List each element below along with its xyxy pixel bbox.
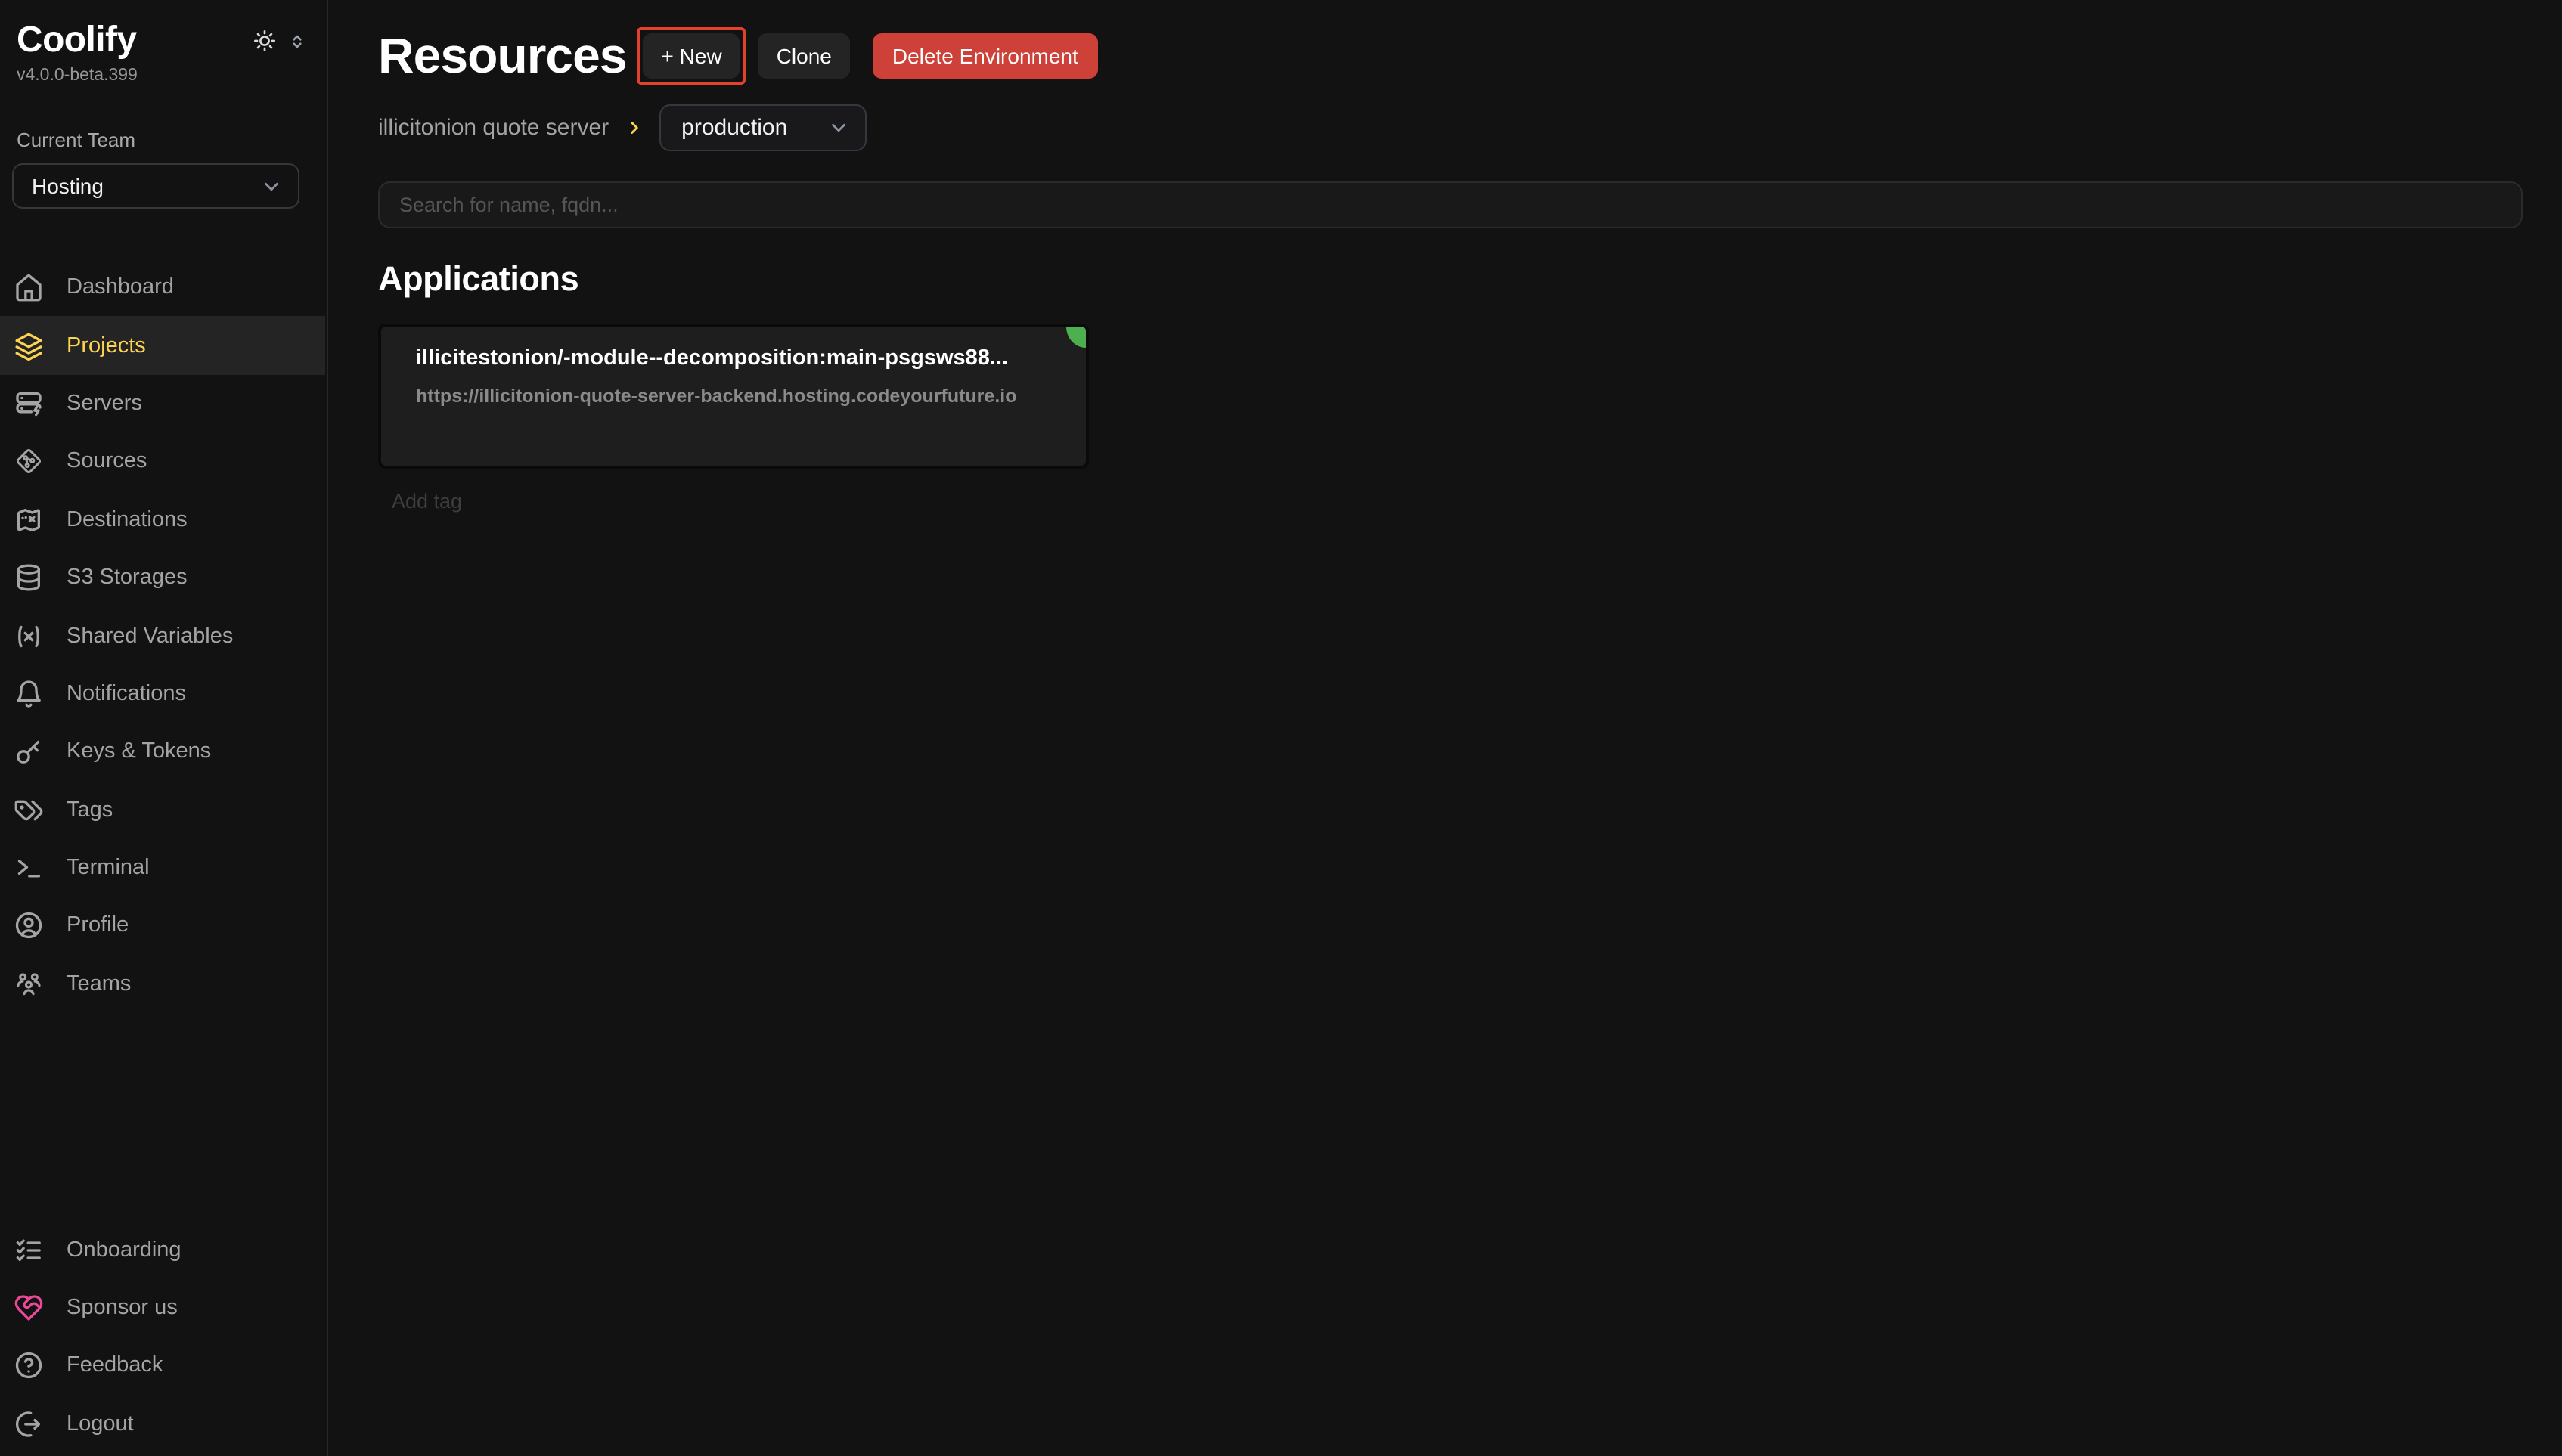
sidebar-item-terminal[interactable]: Terminal (0, 839, 325, 897)
user-circle-icon (14, 911, 44, 941)
team-select-value: Hosting (32, 174, 104, 198)
users-icon (14, 969, 44, 999)
bell-icon (14, 679, 44, 709)
sidebar-item-label: Servers (67, 392, 142, 416)
chevron-down-icon (827, 116, 849, 138)
git-source-icon (14, 447, 44, 477)
sidebar-item-label: Profile (67, 914, 129, 938)
add-tag-input[interactable] (392, 490, 724, 513)
heart-handshake-icon (14, 1293, 44, 1323)
coolify-app: Coolify v4.0.0-beta.399 Current Team Hos… (0, 0, 2562, 1456)
sidebar-item-onboarding[interactable]: Onboarding (0, 1221, 325, 1279)
variable-icon (14, 621, 44, 651)
sidebar-nav: Dashboard Projects Servers Sources (0, 259, 325, 1013)
checklist-icon (14, 1235, 44, 1265)
sidebar-item-label: Tags (67, 798, 113, 822)
main-content: Resources + New Clone Delete Environment… (378, 0, 2523, 516)
sidebar-item-notifications[interactable]: Notifications (0, 664, 325, 723)
applications-section-title: Applications (378, 260, 2523, 299)
sidebar-item-shared-variables[interactable]: Shared Variables (0, 607, 325, 665)
sidebar-item-label: Logout (67, 1412, 134, 1436)
sidebar-item-label: Teams (67, 972, 131, 996)
sidebar-item-label: Sources (67, 450, 147, 474)
sidebar: Coolify v4.0.0-beta.399 Current Team Hos… (0, 0, 328, 1456)
sidebar-item-dashboard[interactable]: Dashboard (0, 259, 325, 317)
sidebar-item-teams[interactable]: Teams (0, 955, 325, 1013)
sidebar-item-sponsor-us[interactable]: Sponsor us (0, 1279, 325, 1337)
app-version: v4.0.0-beta.399 (17, 67, 327, 85)
breadcrumb-project-link[interactable]: illicitonion quote server (378, 114, 609, 140)
sidebar-item-servers[interactable]: Servers (0, 375, 325, 433)
chevron-right-icon (624, 117, 644, 137)
breadcrumb: illicitonion quote server production (378, 103, 2523, 151)
environment-select-value: production (681, 114, 787, 140)
sidebar-item-label: Projects (67, 333, 146, 358)
database-icon (14, 562, 44, 593)
sidebar-item-tags[interactable]: Tags (0, 781, 325, 839)
sidebar-item-s3-storages[interactable]: S3 Storages (0, 549, 325, 607)
sidebar-item-label: Shared Variables (67, 624, 233, 648)
sun-icon[interactable] (253, 29, 277, 53)
status-indicator (1066, 327, 1086, 348)
sidebar-item-label: Destinations (67, 508, 188, 532)
sidebar-item-label: S3 Storages (67, 565, 188, 590)
page-title: Resources (378, 27, 627, 85)
server-icon (14, 389, 44, 419)
key-icon (14, 737, 44, 767)
help-circle-icon (14, 1351, 44, 1381)
sidebar-item-profile[interactable]: Profile (0, 897, 325, 956)
terminal-icon (14, 853, 44, 883)
delete-environment-button[interactable]: Delete Environment (873, 33, 1098, 79)
application-url: https://illicitonion-quote-server-backen… (416, 386, 1059, 407)
layers-icon (14, 330, 44, 361)
sidebar-item-destinations[interactable]: Destinations (0, 491, 325, 549)
logout-icon (14, 1409, 44, 1439)
sidebar-item-label: Onboarding (67, 1238, 181, 1262)
sidebar-item-label: Sponsor us (67, 1296, 178, 1320)
chevron-down-icon (260, 175, 283, 197)
sidebar-item-label: Terminal (67, 856, 150, 880)
theme-controls (253, 29, 307, 53)
search-input[interactable] (378, 181, 2523, 228)
new-button[interactable]: + New (644, 33, 740, 79)
application-title: illicitestonion/-module--decomposition:m… (416, 346, 1059, 370)
app-logo: Coolify (17, 20, 136, 62)
sidebar-item-label: Feedback (67, 1354, 163, 1378)
sidebar-item-logout[interactable]: Logout (0, 1395, 325, 1453)
sidebar-item-feedback[interactable]: Feedback (0, 1337, 325, 1395)
current-team-label: Current Team (17, 129, 327, 151)
header-row: Resources + New Clone Delete Environment (378, 26, 2523, 86)
chevrons-up-down-icon[interactable] (287, 31, 307, 51)
home-icon (14, 272, 44, 302)
environment-select[interactable]: production (659, 104, 866, 150)
sidebar-item-keys-tokens[interactable]: Keys & Tokens (0, 723, 325, 781)
sidebar-item-label: Notifications (67, 682, 186, 706)
click-annotation: + New (637, 27, 746, 85)
tag-icon (14, 795, 44, 825)
brand-row: Coolify (0, 0, 327, 62)
sidebar-footer: Onboarding Sponsor us Feedback Logout (0, 1221, 325, 1453)
clone-button[interactable]: Clone (758, 33, 850, 79)
sidebar-item-projects[interactable]: Projects (0, 317, 325, 375)
sidebar-item-label: Keys & Tokens (67, 740, 211, 764)
sidebar-item-label: Dashboard (67, 275, 174, 299)
application-card[interactable]: illicitestonion/-module--decomposition:m… (378, 324, 1089, 469)
team-select[interactable]: Hosting (12, 163, 299, 209)
sidebar-item-sources[interactable]: Sources (0, 432, 325, 491)
map-icon (14, 505, 44, 535)
